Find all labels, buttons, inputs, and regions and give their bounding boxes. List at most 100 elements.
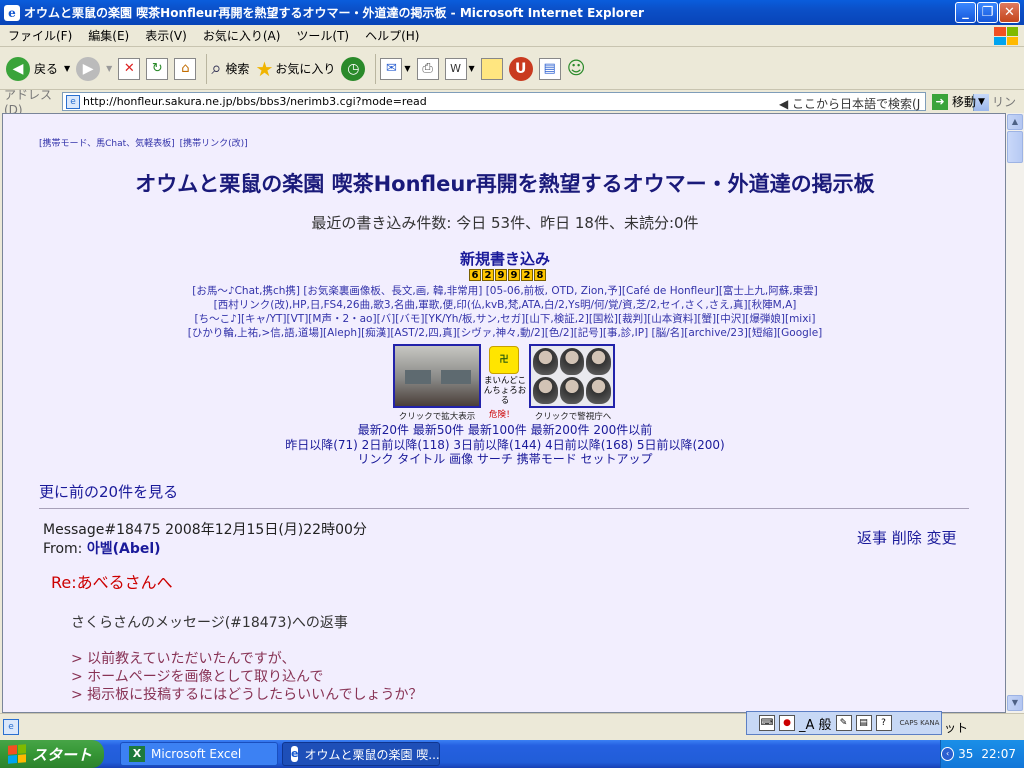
status-zone-text: ット	[944, 721, 969, 735]
dictionary-icon[interactable]: ▤	[855, 715, 872, 731]
ime-language-bar[interactable]: ⌨ ● _A 般 ✎ ▤ ? CAPS KANA	[746, 711, 942, 735]
counter-digit: 9	[495, 269, 507, 281]
link-row[interactable]: [ち～こ♪][キャ/YT][VT][M声・2・ao][バ][バモ][YK/Yh/…	[3, 311, 1005, 326]
toolbar-separator	[375, 53, 377, 84]
stop-icon: ✕	[118, 57, 141, 80]
stop-button[interactable]: ✕	[118, 57, 141, 80]
system-tray: ‹ 35 22:07	[940, 740, 1024, 768]
address-input[interactable]: e http://honfleur.sakura.ne.jp/bbs/bbs3/…	[62, 92, 989, 126]
message-from: From: 아벨(Abel)	[43, 538, 161, 558]
badge-danger: 危険！	[489, 410, 515, 420]
search-label: 検索	[225, 62, 250, 76]
reply-to-line[interactable]: さくらさんのメッセージ(#18473)への返事	[71, 612, 348, 632]
home-button[interactable]: ⌂	[174, 57, 197, 80]
tray-text: 35	[958, 747, 974, 761]
standard-toolbar: ◀ 戻る ▼ ▶ ▼ ✕ ↻ ⌂ ⌕ 検索 ★ お気に入り ◷ ✉ ▼ ⎙ W ▼ …	[0, 48, 1024, 90]
help-icon[interactable]: ?	[875, 715, 892, 731]
previous-20-link[interactable]: 更に前の20件を見る	[39, 481, 178, 502]
back-arrow-icon: ◀	[6, 56, 30, 81]
wanted-faces-photo[interactable]	[529, 344, 615, 408]
counter-digit: 6	[469, 269, 481, 281]
favorites-button[interactable]: ★ お気に入り	[255, 57, 335, 81]
messenger-icon: ☺	[566, 58, 586, 79]
maximize-button[interactable]: ❐	[977, 2, 998, 23]
menu-tools[interactable]: ツール(T)	[288, 27, 357, 44]
home-icon: ⌂	[174, 57, 197, 80]
ime-mode[interactable]: _A 般	[799, 714, 832, 733]
go-button[interactable]: ➜ 移動	[932, 93, 976, 110]
face-icon	[586, 348, 611, 375]
history-icon: ◷	[341, 56, 366, 81]
menu-favorites[interactable]: お気に入り(A)	[195, 27, 289, 44]
search-icon: ⌕	[211, 58, 222, 79]
from-label: From:	[43, 541, 83, 557]
vertical-scrollbar[interactable]: ▲ ▼	[1006, 113, 1024, 713]
excel-icon: X	[129, 746, 145, 762]
messenger-button[interactable]: ☺	[567, 58, 586, 79]
task-label: オウムと栗鼠の楽園 喫...	[304, 747, 440, 762]
link-row[interactable]: [西村リンク(改),HP,日,FS4,26曲,歌3,名曲,軍歌,便,印(仏,kv…	[3, 297, 1005, 312]
go-arrow-icon: ➜	[932, 93, 948, 110]
menu-edit[interactable]: 編集(E)	[80, 27, 137, 44]
page-menu-links[interactable]: リンク タイトル 画像 サーチ 携帯モード セットアップ	[3, 450, 1005, 467]
edit-dropdown-icon: ▼	[468, 64, 475, 73]
menu-view[interactable]: 表示(V)	[137, 27, 195, 44]
building-window	[405, 370, 431, 384]
task-excel[interactable]: X Microsoft Excel	[120, 742, 278, 766]
ime-icon[interactable]: ●	[779, 715, 795, 731]
print-button[interactable]: ⎙	[416, 57, 439, 80]
history-button[interactable]: ◷	[341, 56, 366, 81]
edit-button[interactable]: W ▼	[444, 57, 475, 80]
scroll-down-icon[interactable]: ▼	[1007, 695, 1023, 711]
message-subject: Re:あべるさんへ	[51, 573, 173, 592]
mind-control-badge-icon[interactable]: 卍	[489, 346, 519, 374]
note-icon	[480, 57, 503, 80]
forward-dropdown-icon[interactable]: ▼	[106, 64, 112, 73]
message-actions[interactable]: 返事 削除 変更	[857, 527, 957, 548]
pad-icon[interactable]: ✎	[835, 715, 852, 731]
refresh-button[interactable]: ↻	[146, 57, 169, 80]
tray-arrow-icon[interactable]: ‹	[941, 747, 955, 761]
forward-button[interactable]: ▶ ▼	[76, 56, 112, 81]
task-ie[interactable]: e オウムと栗鼠の楽園 喫...	[282, 742, 440, 766]
new-post-link[interactable]: 新規書き込み	[3, 248, 1005, 269]
toolbar-separator	[206, 53, 208, 84]
post-counts: 最近の書き込み件数: 今日 53件、昨日 18件、未読分:0件	[311, 214, 699, 232]
minimize-button[interactable]: _	[955, 2, 976, 23]
back-dropdown-icon[interactable]: ▼	[64, 64, 70, 73]
close-button[interactable]: ✕	[999, 2, 1020, 23]
nav-link-mobile[interactable]: [携帯モード、馬Chat、気軽表板]	[39, 139, 175, 149]
building-photo[interactable]	[393, 344, 481, 408]
toolbar-button-research[interactable]: ▤	[538, 57, 561, 80]
author-link[interactable]: 아벨(Abel)	[87, 541, 161, 557]
menu-file[interactable]: ファイル(F)	[0, 27, 80, 44]
page-title: オウムと栗鼠の楽園 喫茶Honfleur再開を熱望するオウマー・外道達の掲示板	[135, 172, 875, 196]
research-icon: U	[508, 56, 533, 81]
star-icon: ★	[255, 56, 274, 81]
notes-button[interactable]	[480, 57, 503, 80]
start-button[interactable]: スタート	[0, 740, 104, 768]
quote-line: > ホームページを画像として取り込んで	[71, 669, 324, 685]
window-title: オウムと栗鼠の楽園 喫茶Honfleur再開を熱望するオウマー・外道達の掲示板 …	[24, 6, 644, 20]
taskbar: スタート X Microsoft Excel e オウムと栗鼠の楽園 喫... …	[0, 740, 1024, 768]
counter-digit: 2	[521, 269, 533, 281]
message-header: Message#18475 2008年12月15日(月)22時00分	[43, 522, 367, 538]
address-url: http://honfleur.sakura.ne.jp/bbs/bbs3/ne…	[83, 95, 427, 108]
scroll-thumb[interactable]	[1007, 131, 1023, 163]
task-label: Microsoft Excel	[151, 747, 242, 761]
search-button[interactable]: ⌕ 検索	[211, 58, 249, 79]
clock[interactable]: 22:07	[981, 747, 1016, 761]
menu-help[interactable]: ヘルプ(H)	[357, 27, 427, 44]
mail-button[interactable]: ✉ ▼	[380, 57, 411, 80]
back-button[interactable]: ◀ 戻る ▼	[6, 56, 70, 81]
mail-icon: ✉	[380, 57, 403, 80]
scroll-up-icon[interactable]: ▲	[1007, 114, 1023, 130]
toolbar-button-red[interactable]: U	[508, 56, 533, 81]
windows-logo-icon	[994, 27, 1018, 45]
link-row[interactable]: [ひかり輪,上祐,>信,語,道場][Aleph][痴漢][AST/2,四,真][…	[3, 325, 1005, 340]
keyboard-icon[interactable]: ⌨	[759, 715, 775, 731]
quote-line: > 掲示板に投稿するにはどうしたらいいんでしょうか？	[71, 687, 423, 703]
link-row[interactable]: [お馬～♪Chat,携ch携] [お気楽裏画像板、長文,画, 韓,非常用] [0…	[3, 283, 1005, 298]
nav-link-mobile-links[interactable]: [携帯リンク(改)]	[180, 139, 248, 149]
quote-line: > 以前教えていただいたんですが、	[71, 651, 296, 667]
